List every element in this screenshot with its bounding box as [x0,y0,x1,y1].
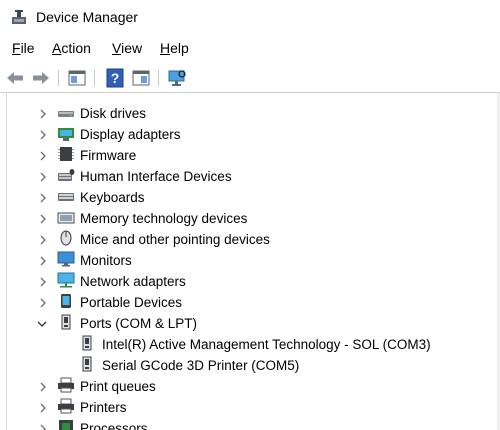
keyboard-icon [58,193,74,201]
scan-monitor-icon [168,70,186,86]
tree-item-portable-devices[interactable]: Portable Devices [0,292,498,313]
window-title: Device Manager [36,9,138,25]
device-tree: Disk drives Display adapters Firmware Hu… [0,93,498,430]
chevron-right-icon[interactable] [38,298,48,308]
chevron-right-icon[interactable] [38,172,48,182]
tree-item-print-queues[interactable]: Print queues [0,376,498,397]
tree-item-memory-technology-devices[interactable]: Memory technology devices [0,208,498,229]
chevron-right-icon[interactable] [38,403,48,413]
tree-item-label: Print queues [80,379,156,394]
tree-item-label: Monitors [80,253,132,268]
menu-bar: File Action View Help [0,38,500,60]
tree-item-label: Processors [80,421,148,430]
chevron-right-icon[interactable] [38,235,48,245]
hid-icon [58,169,75,181]
chevron-right-icon[interactable] [38,214,48,224]
svg-text:?: ? [111,70,120,86]
properties-button[interactable] [66,68,88,88]
tree-item-keyboards[interactable]: Keyboards [0,187,498,208]
tree-item-printers[interactable]: Printers [0,397,498,418]
forward-button[interactable] [30,68,52,88]
help-button[interactable]: ? [104,68,126,88]
tree-item-label: Memory technology devices [80,211,248,226]
menu-file[interactable]: File [12,40,35,56]
tree-item-label: Serial GCode 3D Printer (COM5) [102,358,300,373]
chevron-right-icon[interactable] [38,109,48,119]
forward-arrow-icon [33,72,49,84]
tree-item-mice[interactable]: Mice and other pointing devices [0,229,498,250]
tree-item-processors[interactable]: Processors [0,418,498,430]
disk-drive-icon [58,111,74,117]
chevron-down-icon[interactable] [37,319,47,329]
device-manager-app-icon [12,10,26,24]
printer-icon [58,398,74,414]
tree-child-intel-amt-sol[interactable]: Intel(R) Active Management Technology - … [0,334,498,355]
memory-device-icon [57,212,75,224]
tree-child-serial-gcode-printer[interactable]: Serial GCode 3D Printer (COM5) [0,355,498,376]
menu-action[interactable]: Action [52,40,91,56]
tree-item-label: Firmware [80,148,137,163]
properties-window-icon [68,70,86,86]
tree-item-network-adapters[interactable]: Network adapters [0,271,498,292]
tree-item-monitors[interactable]: Monitors [0,250,498,271]
tree-item-label: Keyboards [80,190,145,205]
toolbar: ? [0,64,500,93]
monitor-icon [57,251,75,267]
tree-item-human-interface-devices[interactable]: Human Interface Devices [0,166,498,187]
tree-item-label: Disk drives [80,106,147,121]
chevron-right-icon[interactable] [38,277,48,287]
port-icon [82,356,92,372]
tree-item-label: Display adapters [80,127,181,142]
tree-item-label: Network adapters [80,274,186,289]
tree-item-label: Human Interface Devices [80,169,232,184]
tree-item-label: Portable Devices [80,295,183,310]
chevron-right-icon[interactable] [38,130,48,140]
tree-item-label: Ports (COM & LPT) [80,316,198,331]
portable-device-icon [61,294,71,308]
properties-pane-button[interactable] [130,68,152,88]
tree-item-ports[interactable]: Ports (COM & LPT) [0,313,498,334]
chevron-right-icon[interactable] [38,256,48,266]
menu-view[interactable]: View [112,40,142,56]
toolbar-separator [58,70,59,86]
device-manager-window: Device Manager File Action View Help ? D… [0,0,500,430]
tree-item-display-adapters[interactable]: Display adapters [0,124,498,145]
tree-item-firmware[interactable]: Firmware [0,145,498,166]
tree-item-label: Mice and other pointing devices [80,232,270,247]
menu-help[interactable]: Help [160,40,189,56]
chevron-right-icon[interactable] [38,424,48,430]
chevron-right-icon[interactable] [38,382,48,392]
firmware-icon [58,147,74,161]
processor-icon [59,420,73,430]
back-button[interactable] [4,68,26,88]
port-icon [61,314,71,330]
tree-item-label: Printers [80,400,127,415]
toolbar-separator [158,70,159,86]
display-adapter-icon [58,128,74,141]
toolbar-separator [94,70,95,86]
scan-hardware-button[interactable] [166,68,188,88]
chevron-right-icon[interactable] [38,151,48,161]
tree-item-label: Intel(R) Active Management Technology - … [102,337,431,352]
tree-item-disk-drives[interactable]: Disk drives [0,103,498,124]
title-bar: Device Manager [0,0,500,35]
chevron-right-icon[interactable] [38,193,48,203]
network-adapter-icon [57,272,75,288]
help-icon: ? [106,68,124,88]
back-arrow-icon [7,72,23,84]
port-icon [82,335,92,351]
properties-pane-icon [132,70,150,86]
mouse-icon [60,230,72,246]
print-queue-icon [58,377,74,393]
